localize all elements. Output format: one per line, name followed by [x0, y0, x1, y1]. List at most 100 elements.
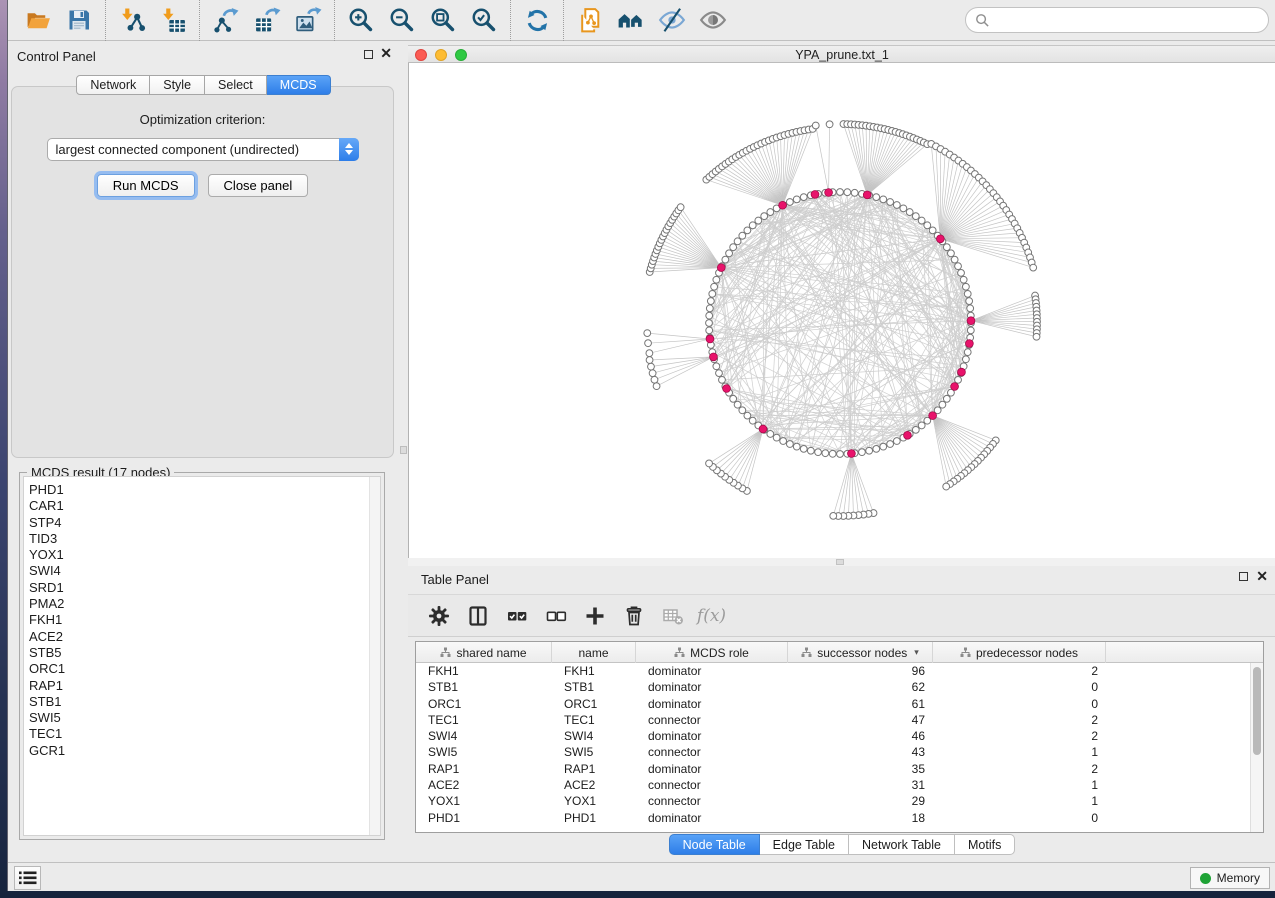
mcds-result-item[interactable]: ORC1	[29, 661, 380, 677]
mcds-result-item[interactable]: SRD1	[29, 580, 380, 596]
cell-name: ORC1	[552, 696, 636, 712]
tab-motifs[interactable]: Motifs	[955, 834, 1015, 855]
table-row[interactable]: TEC1TEC1connector472	[416, 712, 1263, 728]
column-header-predecessor-nodes[interactable]: predecessor nodes	[933, 642, 1106, 663]
table-row[interactable]: RAP1RAP1dominator352	[416, 761, 1263, 777]
mcds-result-item[interactable]: FKH1	[29, 612, 380, 628]
shared-column-icon	[440, 647, 451, 658]
table-row[interactable]: FKH1FKH1dominator962	[416, 663, 1263, 679]
zoom-out-icon[interactable]	[387, 5, 417, 35]
cell-predecessor-nodes: 2	[933, 761, 1106, 777]
import-table-icon[interactable]	[158, 5, 188, 35]
mcds-result-item[interactable]: STB5	[29, 645, 380, 661]
deselect-all-icon[interactable]	[542, 602, 569, 629]
import-network-icon[interactable]	[117, 5, 147, 35]
tab-edge-table[interactable]: Edge Table	[760, 834, 849, 855]
table-row[interactable]: PHD1PHD1dominator180	[416, 810, 1263, 826]
table-row[interactable]: ACE2ACE2connector311	[416, 777, 1263, 793]
tab-mcds[interactable]: MCDS	[267, 75, 331, 95]
mcds-result-item[interactable]: STB1	[29, 694, 380, 710]
horizontal-splitter[interactable]	[408, 558, 1275, 566]
table-row[interactable]: SWI5SWI5connector431	[416, 744, 1263, 760]
mcds-result-item[interactable]: RAP1	[29, 678, 380, 694]
zoom-fit-icon[interactable]	[428, 5, 458, 35]
delete-icon[interactable]	[620, 602, 647, 629]
cell-mcds-role: dominator	[636, 696, 788, 712]
mcds-result-item[interactable]: SWI5	[29, 710, 380, 726]
select-all-icon[interactable]	[503, 602, 530, 629]
table-row[interactable]: ORC1ORC1dominator610	[416, 696, 1263, 712]
tab-style[interactable]: Style	[150, 75, 205, 95]
cell-name: STB1	[552, 679, 636, 695]
delete-table-icon[interactable]	[659, 602, 686, 629]
mcds-result-item[interactable]: YOX1	[29, 547, 380, 563]
column-header-successor-nodes[interactable]: successor nodes▾	[788, 642, 933, 663]
cell-name: PHD1	[552, 810, 636, 826]
cell-shared-name: RAP1	[416, 761, 552, 777]
float-table-panel-icon[interactable]	[1239, 572, 1248, 581]
shared-column-icon	[674, 647, 685, 658]
show-columns-icon[interactable]	[464, 602, 491, 629]
splitter-grip[interactable]	[400, 446, 407, 454]
network-canvas[interactable]	[408, 63, 1275, 559]
select-stepper-icon	[339, 138, 359, 161]
float-panel-icon[interactable]	[364, 50, 373, 59]
mcds-result-item[interactable]: PHD1	[29, 482, 380, 498]
mcds-result-item[interactable]: STP4	[29, 515, 380, 531]
mcds-result-item[interactable]: TID3	[29, 531, 380, 547]
save-session-icon[interactable]	[64, 5, 94, 35]
optimization-label: Optimization criterion:	[12, 112, 393, 127]
add-icon[interactable]	[581, 602, 608, 629]
show-all-icon[interactable]	[698, 5, 728, 35]
close-table-panel-icon[interactable]: ✕	[1256, 567, 1268, 585]
mcds-result-item[interactable]: PMA2	[29, 596, 380, 612]
clone-network-icon[interactable]	[575, 5, 605, 35]
search-input[interactable]	[995, 12, 1268, 29]
table-scrollbar[interactable]	[1250, 663, 1263, 832]
cell-mcds-role: dominator	[636, 761, 788, 777]
close-panel-button[interactable]: Close panel	[208, 174, 309, 197]
mcds-result-item[interactable]: ACE2	[29, 629, 380, 645]
column-header-shared-name[interactable]: shared name	[416, 642, 552, 663]
open-file-icon[interactable]	[23, 5, 53, 35]
tab-select[interactable]: Select	[205, 75, 267, 95]
close-panel-icon[interactable]: ✕	[380, 44, 392, 62]
cell-shared-name: SWI5	[416, 744, 552, 760]
criterion-select[interactable]: largest connected component (undirected)	[47, 138, 359, 161]
splitter-grip[interactable]	[836, 559, 844, 565]
mcds-result-item[interactable]: GCR1	[29, 743, 380, 759]
run-mcds-button[interactable]: Run MCDS	[97, 174, 195, 197]
hide-selected-icon[interactable]	[657, 5, 687, 35]
table-row[interactable]: SWI4SWI4dominator462	[416, 728, 1263, 744]
zoom-in-icon[interactable]	[346, 5, 376, 35]
cell-predecessor-nodes: 0	[933, 679, 1106, 695]
task-history-button[interactable]	[14, 866, 41, 890]
export-table-icon[interactable]	[252, 5, 282, 35]
tab-network-table[interactable]: Network Table	[849, 834, 955, 855]
tab-network[interactable]: Network	[76, 75, 150, 95]
mcds-result-list: PHD1CAR1STP4TID3YOX1SWI4SRD1PMA2FKH1ACE2…	[23, 476, 381, 836]
settings-icon[interactable]	[425, 602, 452, 629]
mcds-result-item[interactable]: TEC1	[29, 726, 380, 742]
mcds-result-item[interactable]: CAR1	[29, 498, 380, 514]
cell-mcds-role: dominator	[636, 679, 788, 695]
cell-successor-nodes: 61	[788, 696, 933, 712]
zoom-selected-icon[interactable]	[469, 5, 499, 35]
table-row[interactable]: YOX1YOX1connector291	[416, 793, 1263, 809]
vertical-splitter[interactable]	[399, 41, 408, 862]
cell-mcds-role: connector	[636, 793, 788, 809]
function-builder-icon[interactable]: f(x)	[698, 602, 725, 629]
first-neighbors-icon[interactable]	[616, 5, 646, 35]
mcds-result-item[interactable]: SWI4	[29, 563, 380, 579]
cell-predecessor-nodes: 0	[933, 696, 1106, 712]
table-row[interactable]: STB1STB1dominator620	[416, 679, 1263, 695]
apply-layout-icon[interactable]	[522, 5, 552, 35]
column-header-name[interactable]: name	[552, 642, 636, 663]
column-header-mcds-role[interactable]: MCDS role	[636, 642, 788, 663]
tab-node-table[interactable]: Node Table	[669, 834, 760, 855]
memory-button[interactable]: Memory	[1190, 867, 1270, 889]
mcds-list-scrollbar[interactable]	[369, 477, 380, 835]
export-network-icon[interactable]	[211, 5, 241, 35]
export-image-icon[interactable]	[293, 5, 323, 35]
scrollbar-thumb[interactable]	[1253, 667, 1261, 755]
